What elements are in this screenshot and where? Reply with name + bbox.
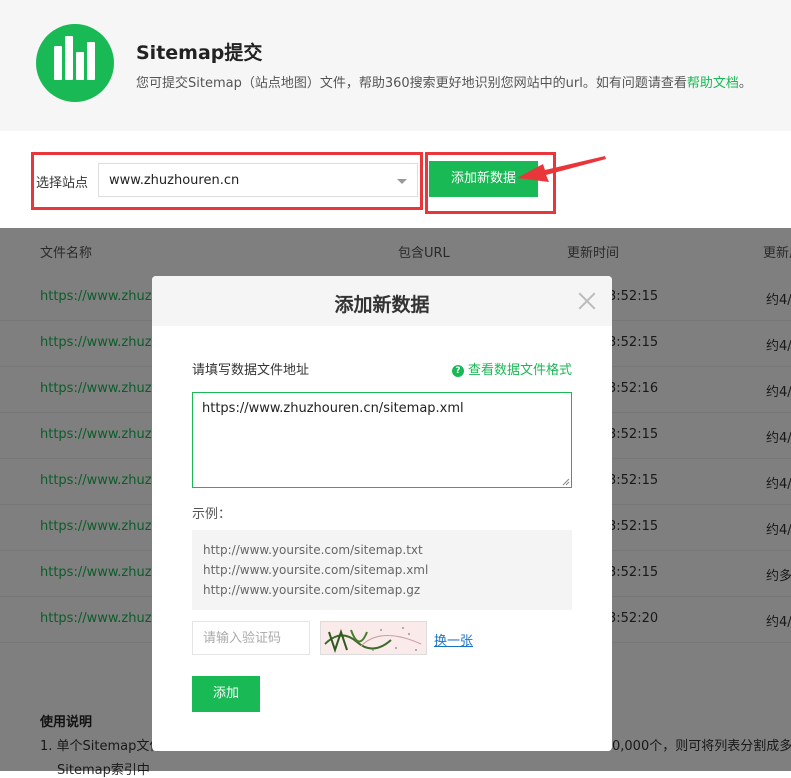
submit-button[interactable]: 添加 [192, 676, 260, 712]
chevron-down-icon [397, 179, 407, 184]
question-icon: ? [451, 365, 464, 377]
url-textarea[interactable]: https://www.zhuzhouren.cn/sitemap.xml [192, 392, 572, 488]
site-select[interactable]: www.zhuzhouren.cn [98, 163, 418, 197]
sitemap-logo-icon [36, 24, 114, 102]
refresh-captcha-link[interactable]: 换一张 [434, 630, 473, 649]
page-title: Sitemap提交 [136, 42, 263, 64]
example-url: http://www.yoursite.com/sitemap.txt [203, 543, 423, 557]
site-selector-row: 选择站点 www.zhuzhouren.cn 添加新数据 [0, 131, 791, 228]
example-url: http://www.yoursite.com/sitemap.xml [203, 563, 429, 577]
modal-title: 添加新数据 [334, 294, 430, 316]
example-url: http://www.yoursite.com/sitemap.gz [203, 583, 421, 597]
url-field-label: 请填写数据文件地址 [192, 363, 310, 378]
example-box: http://www.yoursite.com/sitemap.txt http… [192, 530, 572, 610]
help-doc-link[interactable]: 帮助文档 [687, 76, 739, 91]
modal-header: 添加新数据 [152, 276, 612, 326]
close-icon[interactable] [576, 290, 598, 312]
page-description: 您可提交Sitemap（站点地图）文件，帮助360搜索更好地识别您网站中的url… [136, 76, 752, 91]
annotation-arrow-icon [517, 156, 606, 182]
view-format-link[interactable]: ? 查看数据文件格式 [451, 359, 572, 378]
site-label: 选择站点 [36, 176, 89, 191]
captcha-image[interactable] [320, 621, 427, 655]
example-label: 示例： [192, 507, 232, 522]
resize-handle-icon[interactable] [562, 478, 570, 486]
captcha-input[interactable] [192, 621, 310, 655]
add-data-modal: 添加新数据 请填写数据文件地址 ? 查看数据文件格式 https://www.zh… [152, 276, 612, 751]
site-select-value: www.zhuzhouren.cn [109, 173, 240, 188]
page-header: Sitemap提交 您可提交Sitemap（站点地图）文件，帮助360搜索更好地… [0, 0, 791, 131]
